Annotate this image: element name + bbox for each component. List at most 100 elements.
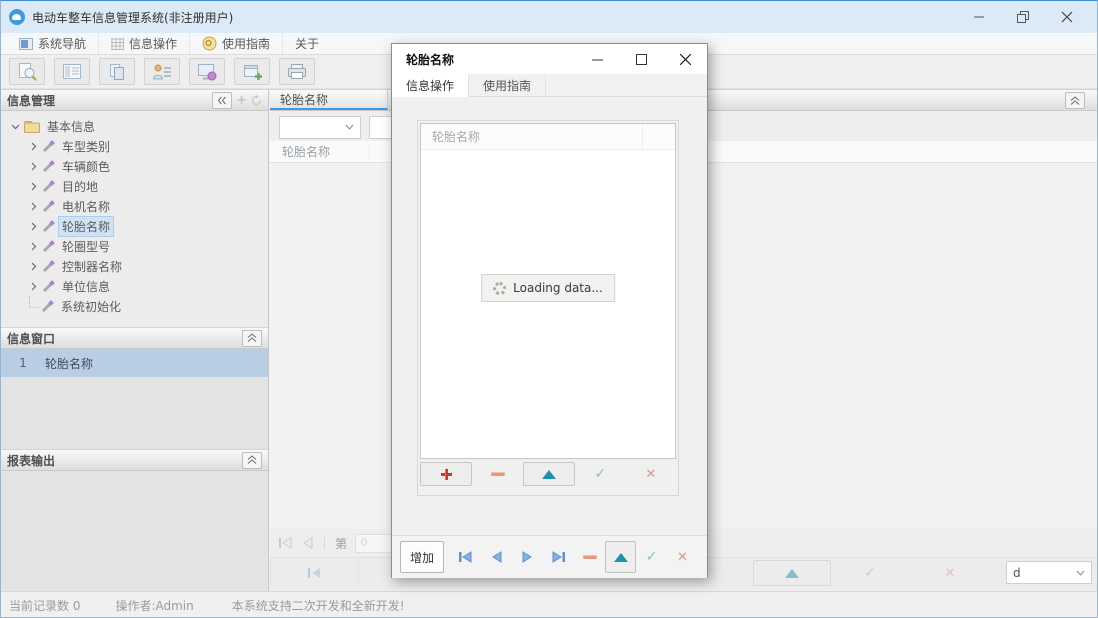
titlebar: 电动车整车信息管理系统(非注册用户) <box>1 1 1097 33</box>
nav-last-icon <box>551 551 566 563</box>
dialog-cancel-button[interactable]: ✕ <box>667 541 698 573</box>
menu-info-ops[interactable]: 信息操作 <box>99 33 190 54</box>
collapse-left-button[interactable] <box>212 92 232 109</box>
collapse-main-button[interactable] <box>1065 92 1085 109</box>
info-window-header: 信息窗口 <box>1 327 268 349</box>
dialog-listbox[interactable]: 轮胎名称 Loading data... <box>420 123 676 459</box>
dialog-grid-column[interactable]: 轮胎名称 <box>421 124 643 149</box>
report-output-body <box>1 471 268 591</box>
dialog-tab-info-ops[interactable]: 信息操作 <box>392 74 469 97</box>
info-window-row[interactable]: 1 轮胎名称 <box>1 349 268 377</box>
preview-button[interactable] <box>9 58 45 85</box>
new-window-button[interactable] <box>234 58 270 85</box>
close-button[interactable] <box>1045 3 1089 31</box>
tree-node-vehicle-type[interactable]: 车型类别 <box>1 136 268 156</box>
chevron-right-icon <box>29 222 38 231</box>
monitor-globe-button[interactable] <box>189 58 225 85</box>
minimize-button[interactable] <box>957 3 1001 31</box>
tree-node-controller-name[interactable]: 控制器名称 <box>1 256 268 276</box>
user-settings-icon <box>152 63 172 81</box>
tree-node-root[interactable]: 基本信息 <box>1 116 268 136</box>
dialog-delete-button[interactable] <box>574 541 605 573</box>
dialog-nav-next-button[interactable] <box>512 541 543 573</box>
nav-first-icon <box>307 567 322 579</box>
tree-node-destination[interactable]: 目的地 <box>1 176 268 196</box>
dialog-tab-user-guide[interactable]: 使用指南 <box>469 74 546 96</box>
menu-about[interactable]: 关于 <box>283 33 331 54</box>
printer-icon <box>287 63 307 80</box>
main-confirm-button[interactable]: ✓ <box>835 559 905 587</box>
collapse-report-button[interactable] <box>242 452 262 469</box>
tree-node-vehicle-color[interactable]: 车辆颜色 <box>1 156 268 176</box>
tree-node-label: 控制器名称 <box>59 257 125 276</box>
loading-indicator: Loading data... <box>481 274 615 302</box>
tree-node-tire-name[interactable]: 轮胎名称 <box>1 216 268 236</box>
status-operator: 操作者:Admin <box>115 597 193 614</box>
tree-node-label: 车辆颜色 <box>59 157 113 176</box>
grid-column-tire-name[interactable]: 轮胎名称 <box>270 143 370 160</box>
grid-icon <box>111 38 124 50</box>
tree-node-system-init[interactable]: 系统初始化 <box>1 296 268 316</box>
app-logo-icon <box>9 9 25 25</box>
chevron-right-icon <box>29 142 38 151</box>
nav-next-icon <box>521 551 534 563</box>
status-record-count: 当前记录数 0 <box>9 597 80 614</box>
dialog-delete-icon-button[interactable] <box>472 462 522 486</box>
dialog-nav-first-button[interactable] <box>450 541 481 573</box>
nav-prev-icon <box>490 551 503 563</box>
window-title: 电动车整车信息管理系统(非注册用户) <box>32 9 233 26</box>
chevron-down-icon <box>345 124 354 130</box>
tree-node-unit-info[interactable]: 单位信息 <box>1 276 268 296</box>
menu-user-guide[interactable]: 使用指南 <box>190 33 283 54</box>
chevron-right-icon <box>29 202 38 211</box>
dialog-minimize-button[interactable] <box>575 44 619 74</box>
dialog-nav-last-button[interactable] <box>543 541 574 573</box>
check-icon: ✓ <box>646 550 658 564</box>
dialog-nav-prev-button[interactable] <box>481 541 512 573</box>
refresh-disabled-icon <box>251 95 262 106</box>
tree-node-rim-model[interactable]: 轮圈型号 <box>1 236 268 256</box>
dialog-post-button[interactable] <box>605 541 636 573</box>
menu-system-nav[interactable]: 系统导航 <box>7 33 99 54</box>
dialog-maximize-button[interactable] <box>619 44 663 74</box>
printer-button[interactable] <box>279 58 315 85</box>
filter-combo[interactable] <box>279 116 361 139</box>
main-post-button[interactable] <box>753 560 831 586</box>
main-cancel-button[interactable]: ✕ <box>915 559 985 587</box>
app-window: 电动车整车信息管理系统(非注册用户) 系统导航 信息操作 使用指南 关于 <box>0 0 1098 618</box>
monitor-globe-icon <box>197 63 217 81</box>
add-button[interactable]: 增加 <box>400 541 444 573</box>
triangle-up-icon <box>785 569 799 578</box>
dialog-cancel-icon-button[interactable]: ✕ <box>626 462 676 486</box>
document-button[interactable] <box>99 58 135 85</box>
main-bottom-combo[interactable]: d <box>1006 561 1092 584</box>
spinner-icon <box>493 282 506 295</box>
info-window-body <box>1 377 268 449</box>
dialog-add-icon-button[interactable] <box>420 462 472 486</box>
tree-node-label: 轮圈型号 <box>59 237 113 256</box>
user-settings-button[interactable] <box>144 58 180 85</box>
menu-label: 关于 <box>295 35 319 52</box>
dialog-close-button[interactable] <box>663 44 707 74</box>
main-nav-first-button[interactable] <box>270 559 359 587</box>
restore-button[interactable] <box>1001 3 1045 31</box>
collapse-info-window-button[interactable] <box>242 330 262 347</box>
dialog-post-icon-button[interactable] <box>523 462 575 486</box>
dialog-confirm-button[interactable]: ✓ <box>636 541 667 573</box>
minus-icon <box>491 472 505 476</box>
item-tool-icon <box>42 160 55 173</box>
dialog-groupbox: 轮胎名称 Loading data... ✓ ✕ <box>417 120 679 496</box>
nav-prev-icon[interactable] <box>301 537 314 549</box>
tree-node-motor-name[interactable]: 电机名称 <box>1 196 268 216</box>
tab-label: 轮胎名称 <box>280 91 328 108</box>
nav-first-icon[interactable] <box>278 537 293 549</box>
minus-icon <box>583 555 597 559</box>
dialog-confirm-icon-button[interactable]: ✓ <box>575 462 625 486</box>
info-mgmt-title: 信息管理 <box>7 92 55 109</box>
tab-tire-name[interactable]: 轮胎名称 <box>270 90 388 110</box>
info-window-row-index: 1 <box>1 356 45 370</box>
document-icon <box>108 63 126 81</box>
pager-input[interactable] <box>355 534 393 553</box>
item-tool-icon <box>42 280 55 293</box>
form-button[interactable] <box>54 58 90 85</box>
